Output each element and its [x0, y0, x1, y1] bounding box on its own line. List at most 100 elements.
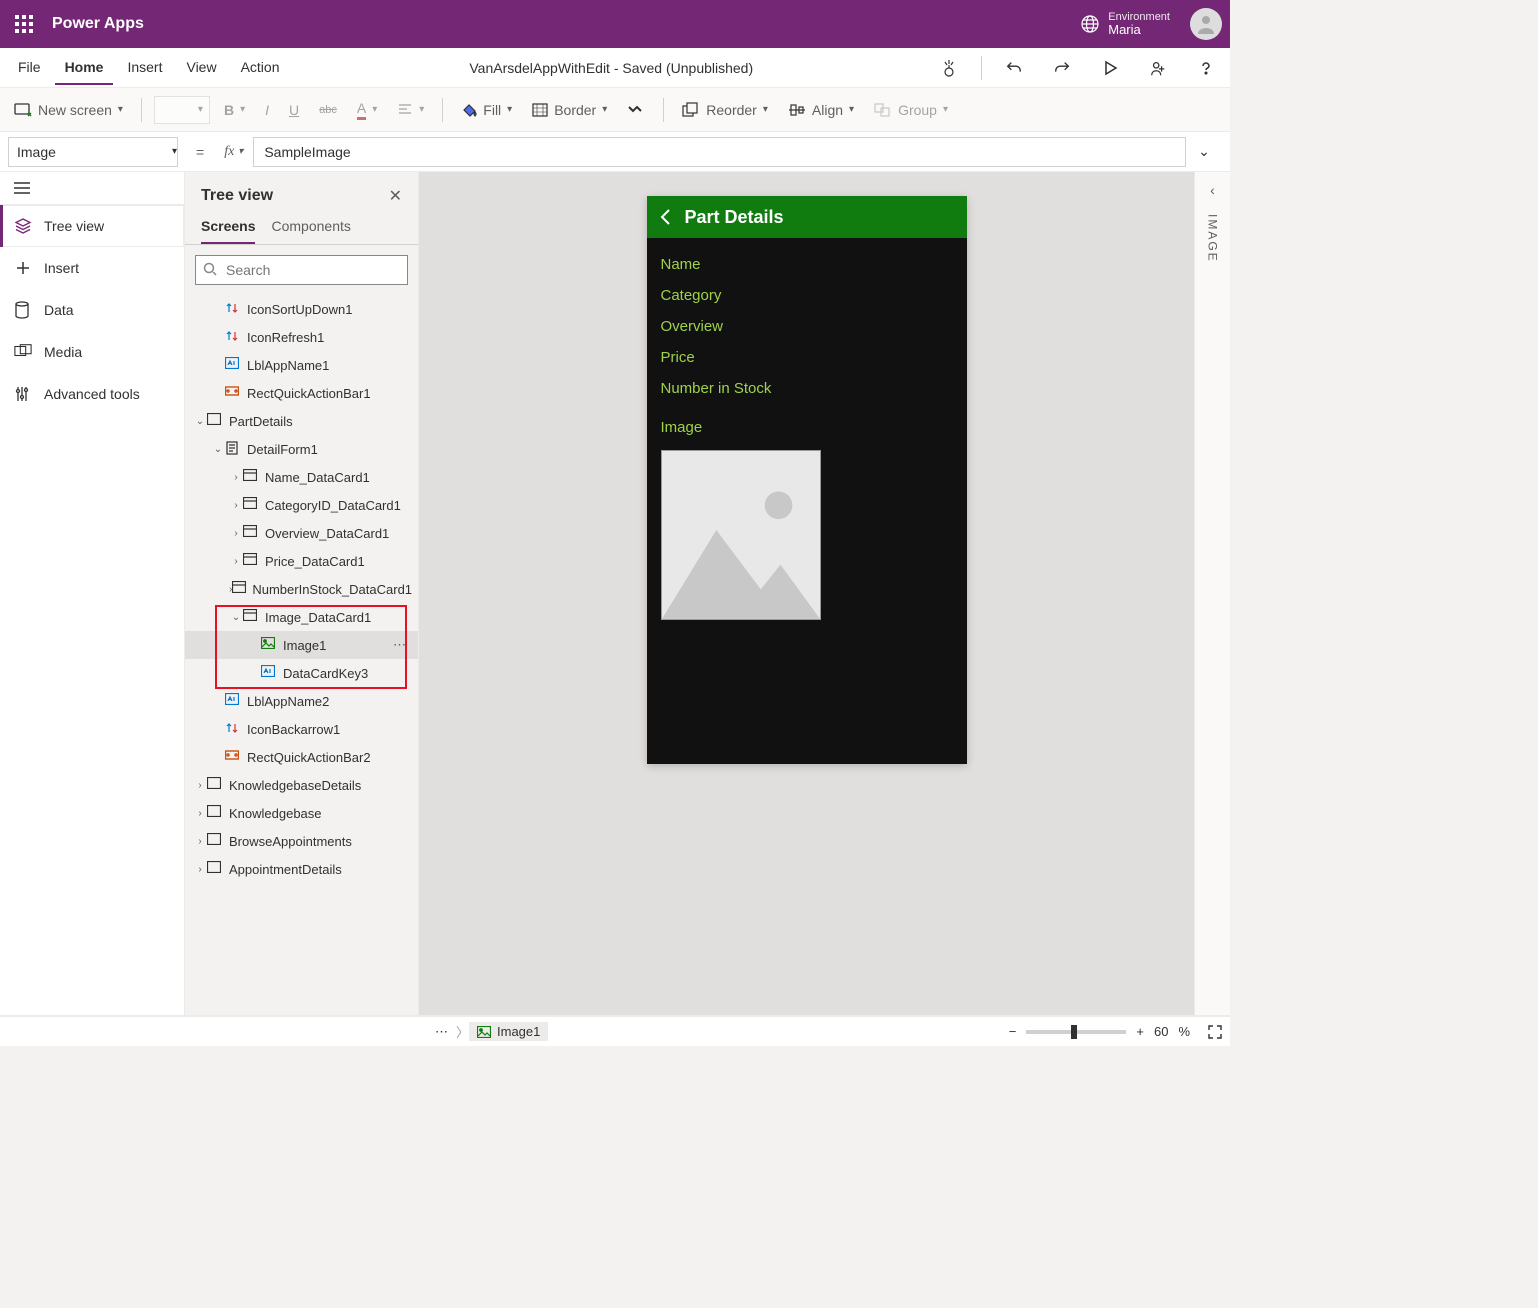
nav-hamburger-icon[interactable] — [0, 172, 184, 205]
zoom-out-button[interactable]: − — [1009, 1024, 1017, 1039]
app-launcher-icon[interactable] — [8, 8, 40, 40]
menu-item-insert[interactable]: Insert — [117, 51, 172, 85]
font-color-button[interactable]: A▾ — [351, 96, 383, 124]
expand-arrow-icon[interactable]: ⌄ — [229, 612, 243, 623]
environment-picker[interactable]: Environment Maria — [1080, 11, 1170, 37]
new-screen-button[interactable]: New screen ▾ — [8, 98, 129, 122]
formula-input[interactable]: SampleImage — [253, 137, 1186, 167]
tree-node-lblappname1[interactable]: LblAppName1 — [185, 351, 418, 379]
tree-node-detailform1[interactable]: ⌄DetailForm1 — [185, 435, 418, 463]
tree-tab-components[interactable]: Components — [271, 210, 350, 244]
nav-item-data[interactable]: Data — [0, 289, 184, 331]
more-icon[interactable]: ⋯ — [389, 637, 410, 653]
menu-item-file[interactable]: File — [8, 51, 51, 85]
bold-button[interactable]: B▾ — [218, 98, 251, 122]
card-icon — [243, 609, 259, 625]
preview-image-placeholder[interactable] — [661, 450, 821, 620]
tree-node-image_datacard1[interactable]: ⌄Image_DataCard1 — [185, 603, 418, 631]
expand-arrow-icon[interactable]: ⌄ — [193, 416, 207, 427]
properties-panel-collapsed[interactable]: ‹ IMAGE — [1194, 172, 1230, 1015]
expand-arrow-icon[interactable]: › — [229, 500, 243, 511]
tree-node-iconrefresh1[interactable]: IconRefresh1 — [185, 323, 418, 351]
tree-node-overview_datacard1[interactable]: ›Overview_DataCard1 — [185, 519, 418, 547]
preview-header-title: Part Details — [685, 207, 784, 228]
group-button[interactable]: Group▾ — [868, 98, 954, 122]
expand-arrow-icon[interactable]: › — [229, 472, 243, 483]
menu-item-view[interactable]: View — [176, 51, 226, 85]
tree-node-datacardkey3[interactable]: DataCardKey3 — [185, 659, 418, 687]
back-icon[interactable] — [659, 207, 673, 227]
menu-item-home[interactable]: Home — [55, 51, 114, 85]
reorder-button[interactable]: Reorder▾ — [676, 98, 774, 122]
label-icon — [225, 357, 241, 373]
tree-node-browseappointments[interactable]: ›BrowseAppointments — [185, 827, 418, 855]
tree-node-price_datacard1[interactable]: ›Price_DataCard1 — [185, 547, 418, 575]
tree-node-appointmentdetails[interactable]: ›AppointmentDetails — [185, 855, 418, 883]
app-checker-icon[interactable] — [933, 56, 965, 80]
tree-node-knowledgebase[interactable]: ›Knowledgebase — [185, 799, 418, 827]
expand-arrow-icon[interactable]: ⌄ — [211, 444, 225, 455]
font-family-dropdown[interactable]: ▾ — [154, 96, 210, 124]
environment-name: Maria — [1108, 23, 1170, 37]
tree-node-name_datacard1[interactable]: ›Name_DataCard1 — [185, 463, 418, 491]
equals-sign: = — [186, 144, 214, 160]
tree-node-partdetails[interactable]: ⌄PartDetails — [185, 407, 418, 435]
expand-arrow-icon[interactable]: › — [193, 808, 207, 819]
redo-icon[interactable] — [1046, 56, 1078, 80]
tree-node-iconbackarrow1[interactable]: IconBackarrow1 — [185, 715, 418, 743]
expand-arrow-icon[interactable]: › — [229, 556, 243, 567]
sliders-icon — [14, 385, 32, 403]
border-icon — [532, 103, 548, 117]
italic-button[interactable]: I — [259, 98, 275, 122]
undo-icon[interactable] — [998, 56, 1030, 80]
preview-field-image: Image — [661, 419, 953, 436]
tree-node-rectquickactionbar2[interactable]: RectQuickActionBar2 — [185, 743, 418, 771]
menu-item-action[interactable]: Action — [231, 51, 290, 85]
card-icon — [243, 497, 259, 513]
strikethrough-button[interactable]: abc — [313, 100, 343, 120]
user-avatar[interactable] — [1190, 8, 1222, 40]
expand-arrow-icon[interactable]: › — [229, 528, 243, 539]
align-button[interactable]: Align▾ — [782, 98, 860, 122]
share-icon[interactable] — [1142, 56, 1174, 80]
expand-arrow-icon[interactable]: › — [193, 864, 207, 875]
tree-node-iconsortupdown1[interactable]: IconSortUpDown1 — [185, 295, 418, 323]
border-button[interactable]: Border▾ — [526, 98, 613, 122]
tree-node-knowledgebasedetails[interactable]: ›KnowledgebaseDetails — [185, 771, 418, 799]
tree-search-input[interactable] — [195, 255, 408, 285]
canvas[interactable]: Part Details NameCategoryOverviewPriceNu… — [419, 172, 1194, 1015]
close-icon[interactable]: ✕ — [389, 186, 402, 206]
breadcrumb-selected[interactable]: Image1 — [469, 1022, 548, 1041]
text-align-button[interactable]: ▾ — [391, 99, 430, 121]
nav-item-advanced-tools[interactable]: Advanced tools — [0, 373, 184, 415]
expand-arrow-icon[interactable]: › — [193, 836, 207, 847]
play-icon[interactable] — [1094, 56, 1126, 80]
zoom-slider[interactable] — [1026, 1030, 1126, 1034]
chevron-left-icon[interactable]: ‹ — [1210, 182, 1215, 198]
property-selector[interactable]: Image ▾ — [8, 137, 178, 167]
screen-icon — [14, 103, 32, 117]
tree-node-categoryid_datacard1[interactable]: ›CategoryID_DataCard1 — [185, 491, 418, 519]
tree-panel-title: Tree view — [201, 187, 273, 205]
chevron-down-icon: ▾ — [118, 104, 123, 115]
underline-button[interactable]: U — [283, 98, 305, 122]
breadcrumb-more[interactable]: ⋯ — [427, 1022, 456, 1042]
zoom-in-button[interactable]: + — [1136, 1024, 1144, 1039]
fill-button[interactable]: Fill▾ — [455, 98, 518, 122]
tree-tab-screens[interactable]: Screens — [201, 210, 255, 244]
format-painter-button[interactable] — [621, 99, 651, 121]
tree-node-numberinstock_datacard1[interactable]: ›NumberInStock_DataCard1 — [185, 575, 418, 603]
tree-node-lblappname2[interactable]: LblAppName2 — [185, 687, 418, 715]
expand-formula-icon[interactable]: ⌄ — [1186, 143, 1222, 160]
fit-to-window-icon[interactable] — [1208, 1025, 1222, 1039]
expand-arrow-icon[interactable]: › — [193, 780, 207, 791]
tree-node-image1[interactable]: Image1⋯ — [185, 631, 418, 659]
nav-item-tree-view[interactable]: Tree view — [0, 205, 184, 247]
fx-button[interactable]: fx▾ — [214, 144, 253, 160]
help-icon[interactable] — [1190, 56, 1222, 80]
tree-node-rectquickactionbar1[interactable]: RectQuickActionBar1 — [185, 379, 418, 407]
nav-item-insert[interactable]: Insert — [0, 247, 184, 289]
nav-item-media[interactable]: Media — [0, 331, 184, 373]
label-icon — [225, 693, 241, 709]
image-icon — [477, 1026, 491, 1038]
